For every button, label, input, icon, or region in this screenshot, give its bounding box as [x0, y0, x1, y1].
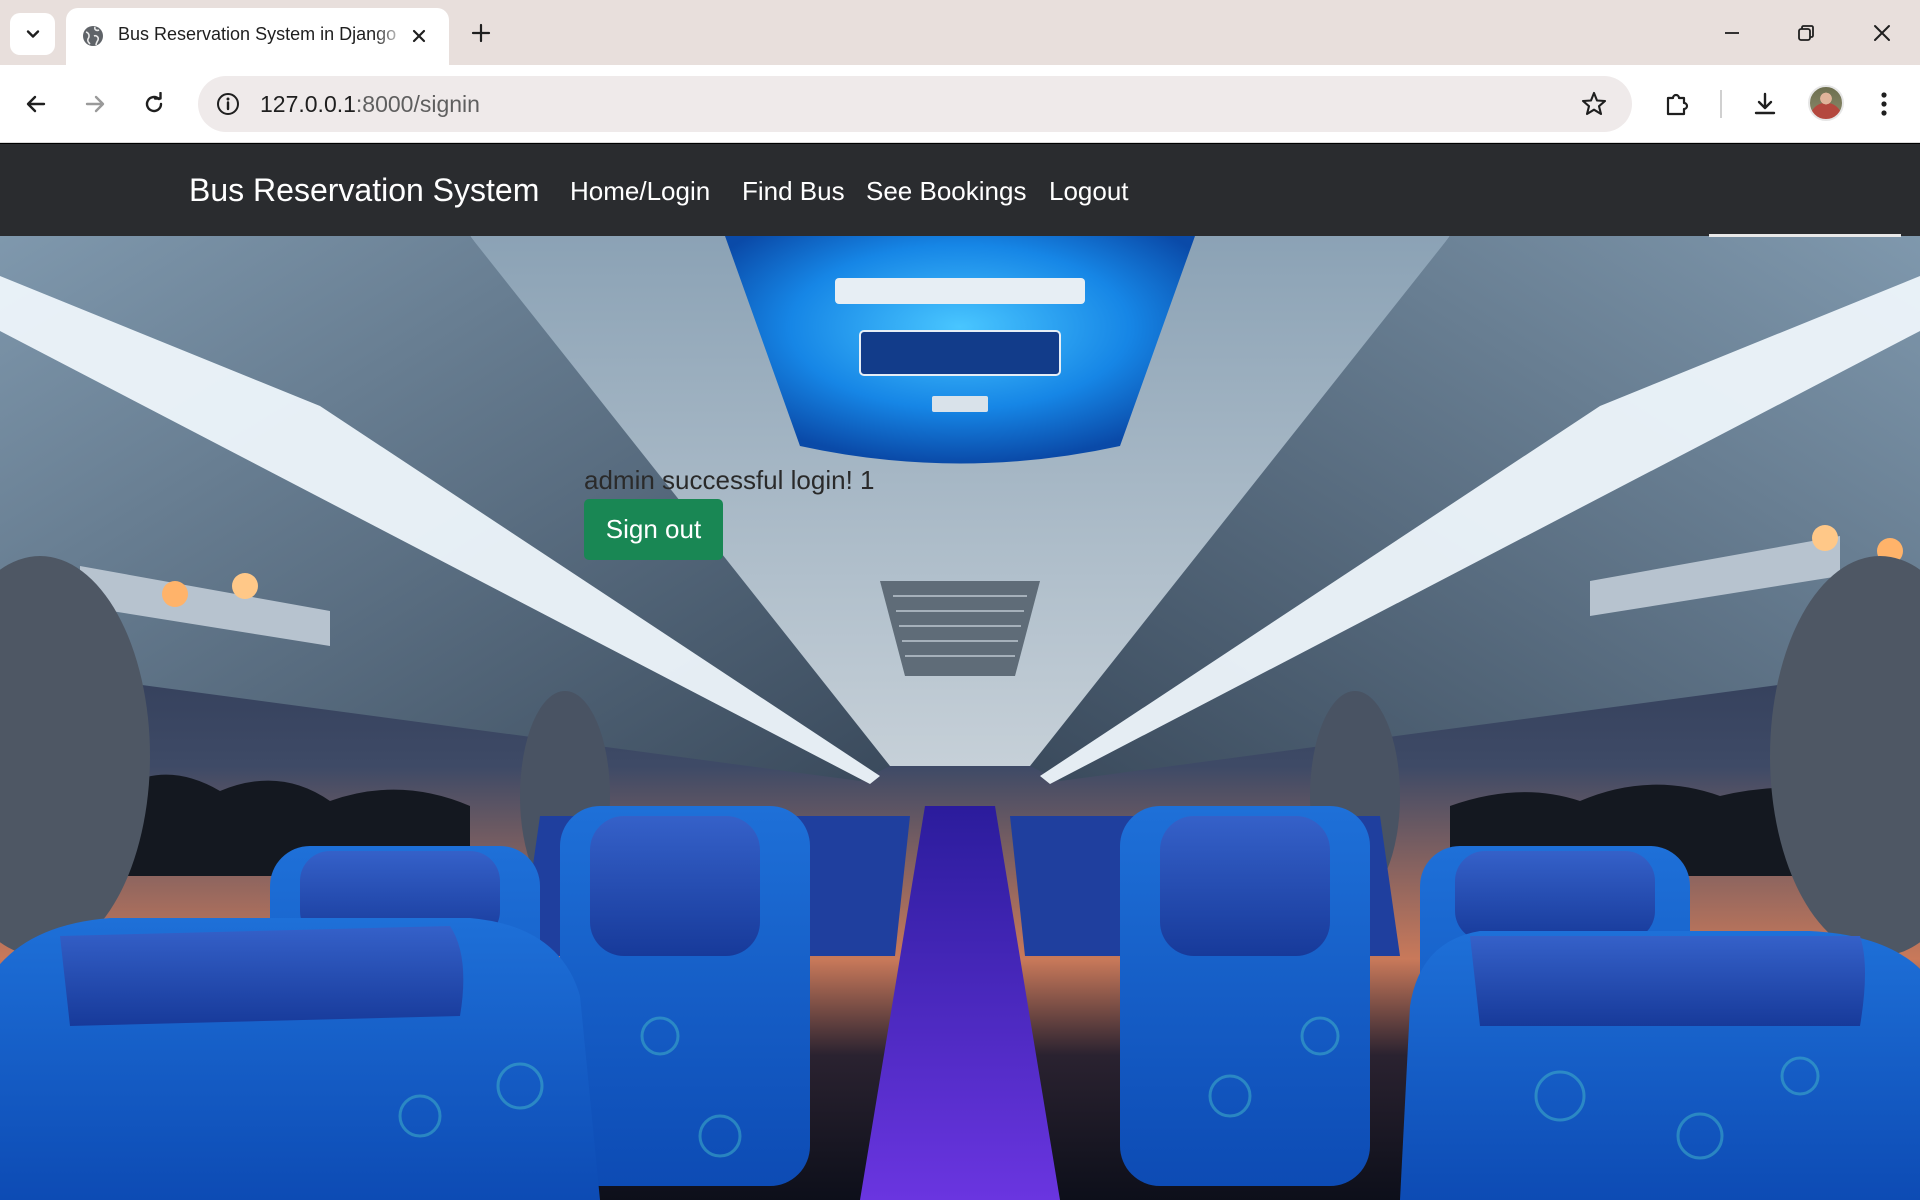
login-success-message: admin successful login! 1 — [584, 465, 875, 495]
navbar-brand[interactable]: Bus Reservation System — [189, 172, 539, 209]
close-icon[interactable] — [405, 22, 433, 50]
new-tab-button[interactable] — [466, 18, 496, 48]
kebab-menu-icon — [1881, 92, 1887, 116]
toolbar-divider — [1720, 90, 1722, 118]
browser-tabstrip: Bus Reservation System in Django — [0, 0, 1920, 65]
minimize-icon — [1725, 32, 1739, 34]
navbar-underline — [1709, 234, 1901, 237]
browser-menu-button[interactable] — [1864, 84, 1904, 124]
nav-logout[interactable]: Logout — [1049, 176, 1129, 207]
minimize-button[interactable] — [1709, 12, 1755, 54]
puzzle-icon — [1666, 93, 1689, 116]
arrow-left-icon — [26, 95, 46, 113]
bus-interior-background — [0, 236, 1920, 1200]
nav-find-bus[interactable]: Find Bus — [742, 176, 845, 207]
close-window-button[interactable] — [1859, 12, 1905, 54]
tab-search-button[interactable] — [10, 13, 55, 55]
browser-tab-active[interactable]: Bus Reservation System in Django — [66, 8, 449, 65]
restore-icon — [1798, 25, 1814, 41]
extensions-button[interactable] — [1657, 84, 1697, 124]
back-button[interactable] — [16, 84, 56, 124]
info-icon[interactable] — [212, 88, 244, 120]
browser-toolbar: 127.0.0.1:8000/signin — [0, 65, 1920, 143]
star-icon[interactable] — [1578, 88, 1610, 120]
restore-button[interactable] — [1783, 12, 1829, 54]
avatar[interactable] — [1808, 85, 1844, 121]
url-path: :8000/signin — [355, 91, 480, 117]
nav-home-login[interactable]: Home/Login — [570, 176, 710, 207]
plus-icon — [471, 23, 491, 43]
address-url[interactable]: 127.0.0.1:8000/signin — [260, 91, 480, 118]
nav-see-bookings[interactable]: See Bookings — [866, 176, 1026, 207]
page-viewport: Bus Reservation System Home/Login Find B… — [0, 144, 1920, 1200]
downloads-button[interactable] — [1745, 84, 1785, 124]
url-host: 127.0.0.1 — [260, 91, 356, 117]
reload-icon — [145, 92, 163, 113]
site-navbar: Bus Reservation System Home/Login Find B… — [0, 144, 1920, 236]
globe-icon — [79, 22, 107, 50]
address-bar[interactable]: 127.0.0.1:8000/signin — [198, 76, 1632, 132]
forward-button[interactable] — [75, 84, 115, 124]
download-icon — [1754, 92, 1776, 115]
arrow-right-icon — [85, 95, 105, 113]
reload-button[interactable] — [134, 84, 174, 124]
tab-title: Bus Reservation System in Django — [118, 24, 397, 44]
close-icon — [1874, 25, 1890, 41]
sign-out-button[interactable]: Sign out — [584, 499, 723, 560]
chevron-down-icon — [26, 30, 39, 38]
